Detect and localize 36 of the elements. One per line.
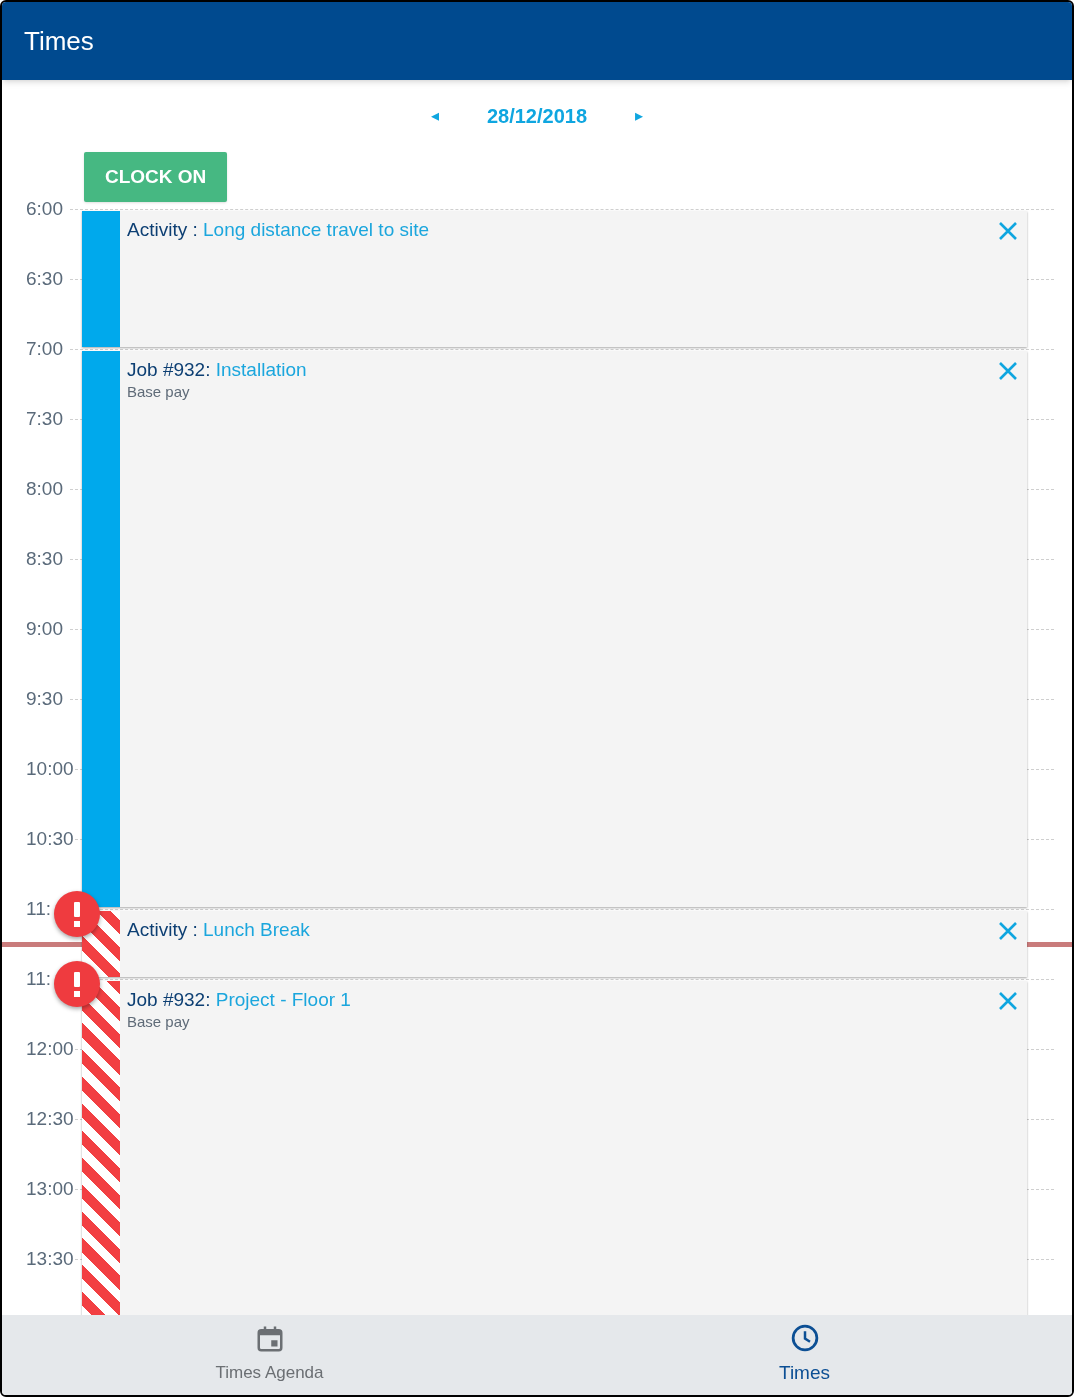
alert-icon[interactable] [54, 961, 100, 1007]
close-icon[interactable] [998, 921, 1018, 941]
close-icon[interactable] [998, 361, 1018, 381]
entry-subtitle: Base pay [127, 1012, 190, 1032]
time-entry-card[interactable]: Job #932: Project - Floor 1 Base pay [82, 981, 1027, 1315]
app-title: Times [24, 24, 94, 58]
bottom-nav-tab[interactable]: Times Agenda [2, 1315, 537, 1395]
time-label: 9:30 [26, 689, 63, 708]
entry-subtitle: Base pay [127, 382, 190, 402]
time-label: 7:30 [26, 409, 63, 428]
time-label: 10:30 [26, 829, 74, 848]
alert-icon[interactable] [54, 891, 100, 937]
time-label: 8:00 [26, 479, 63, 498]
time-label: 12:30 [26, 1109, 74, 1128]
time-label: 9:00 [26, 619, 63, 638]
bottom-nav-tab[interactable]: Times [537, 1315, 1072, 1395]
close-icon[interactable] [998, 221, 1018, 241]
time-label: 11: [26, 969, 51, 988]
time-entry-card[interactable]: Job #932: Installation Base pay [82, 351, 1027, 907]
entry-title: Activity : Long distance travel to site [127, 219, 430, 241]
clock-icon [789, 1322, 820, 1353]
time-label: 6:00 [26, 199, 63, 218]
time-label: 8:30 [26, 549, 63, 568]
entry-title: Job #932: Project - Floor 1 [127, 989, 351, 1011]
time-label: 13:00 [26, 1179, 74, 1198]
time-label: 13:30 [26, 1249, 74, 1268]
close-icon[interactable] [998, 991, 1018, 1011]
time-entry-card[interactable]: Activity : Long distance travel to site [82, 211, 1027, 347]
time-label: 6:30 [26, 269, 63, 288]
time-label: 12:00 [26, 1039, 74, 1058]
time-label: 10:00 [26, 759, 74, 778]
time-entry-card[interactable]: Activity : Lunch Break [82, 911, 1027, 977]
time-label: 7:00 [26, 339, 63, 358]
entry-title: Job #932: Installation [127, 359, 307, 381]
entry-title: Activity : Lunch Break [127, 919, 310, 941]
time-label: 11: [26, 899, 51, 918]
